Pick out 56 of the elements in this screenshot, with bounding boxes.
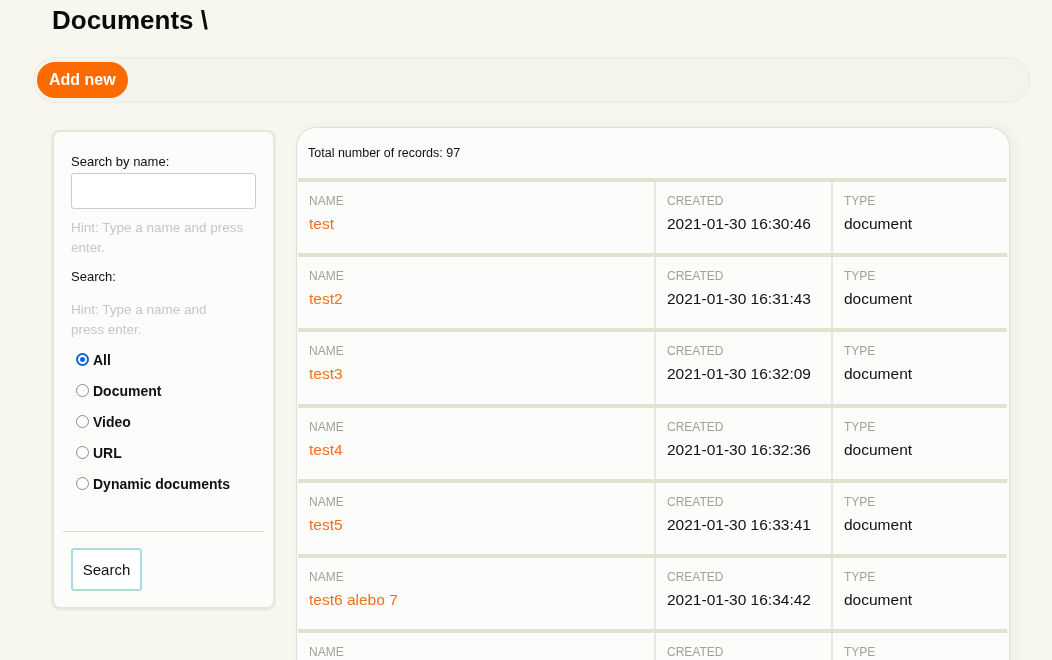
column-label: TYPE bbox=[844, 570, 876, 583]
table-cell: document bbox=[844, 214, 913, 234]
record-name-link[interactable]: test5 bbox=[309, 514, 343, 535]
radio-button[interactable] bbox=[76, 477, 89, 490]
add-new-button[interactable]: Add new bbox=[37, 62, 128, 98]
column-label: CREATED bbox=[667, 420, 724, 433]
name-input-field[interactable] bbox=[71, 173, 256, 209]
table-cell: document bbox=[844, 589, 913, 610]
column-label: TYPE bbox=[844, 270, 876, 283]
column-label: TYPE bbox=[844, 646, 876, 659]
column-label: TYPE bbox=[844, 195, 876, 207]
radio-label[interactable]: URL bbox=[93, 444, 122, 461]
column-label: NAME bbox=[309, 646, 344, 659]
record-name-link[interactable]: test2 bbox=[309, 289, 343, 310]
table-cell: 2021-01-30 16:33:41 bbox=[667, 514, 811, 535]
radio-label[interactable]: All bbox=[93, 351, 111, 368]
field-label: Search: bbox=[71, 268, 117, 286]
column-label: NAME bbox=[309, 495, 344, 508]
table-cell: document bbox=[844, 514, 913, 535]
radio-button[interactable] bbox=[76, 446, 89, 459]
column-label: CREATED bbox=[667, 570, 724, 583]
column-label: NAME bbox=[309, 570, 344, 583]
page-title: Documents \ bbox=[52, 4, 209, 36]
radio-label[interactable]: Dynamic documents bbox=[93, 475, 230, 492]
column-label: NAME bbox=[309, 420, 344, 433]
column-label: NAME bbox=[309, 345, 344, 358]
table-cell: 2021-01-30 16:30:46 bbox=[667, 214, 811, 234]
column-label: CREATED bbox=[667, 646, 724, 659]
column-label: CREATED bbox=[667, 195, 724, 207]
radio-label[interactable]: Video bbox=[93, 413, 131, 430]
record-name-link[interactable]: test6 alebo 7 bbox=[309, 589, 398, 610]
column-label: CREATED bbox=[667, 345, 724, 358]
records-count: Total number of records: 97 bbox=[307, 145, 462, 162]
column-label: TYPE bbox=[844, 420, 876, 433]
column-label: TYPE bbox=[844, 495, 876, 508]
radio-label[interactable]: Document bbox=[93, 382, 162, 399]
record-name-link[interactable]: test3 bbox=[309, 364, 343, 385]
record-name-link[interactable]: test bbox=[309, 214, 334, 234]
search-button[interactable]: Search bbox=[71, 548, 142, 591]
table-cell: document bbox=[844, 364, 913, 385]
column-label: TYPE bbox=[844, 345, 876, 358]
table-cell: document bbox=[844, 439, 913, 460]
table-cell: 2021-01-30 16:31:43 bbox=[667, 289, 811, 310]
table-cell: 2021-01-30 16:34:42 bbox=[667, 589, 811, 610]
table-cell: document bbox=[844, 289, 913, 310]
record-name-link[interactable]: test4 bbox=[309, 439, 343, 460]
radio-button[interactable] bbox=[76, 415, 89, 428]
radio-button[interactable] bbox=[76, 353, 89, 366]
column-label: CREATED bbox=[667, 495, 724, 508]
table-cell: 2021-01-30 16:32:09 bbox=[667, 364, 811, 385]
radio-button[interactable] bbox=[76, 384, 89, 397]
column-label: NAME bbox=[309, 270, 344, 283]
field-label: Search by name: bbox=[71, 153, 171, 171]
column-label: CREATED bbox=[667, 270, 724, 283]
table-cell: 2021-01-30 16:32:36 bbox=[667, 439, 811, 460]
column-label: NAME bbox=[309, 195, 344, 207]
